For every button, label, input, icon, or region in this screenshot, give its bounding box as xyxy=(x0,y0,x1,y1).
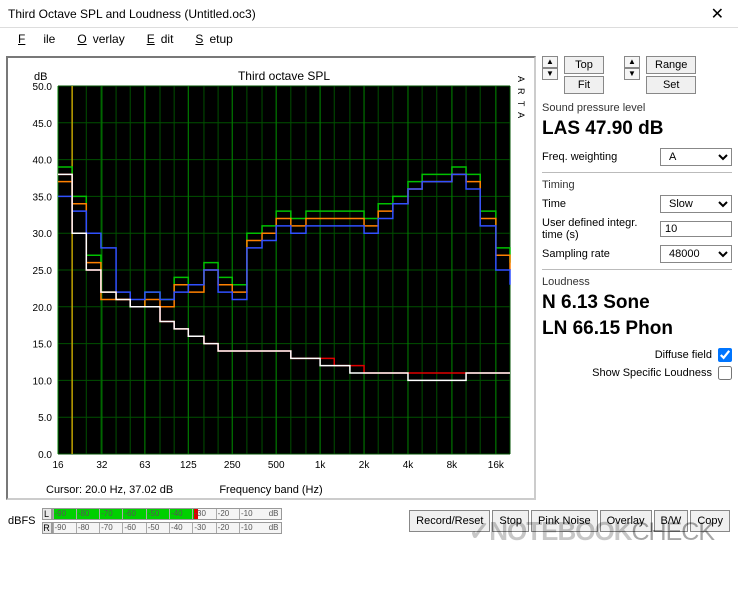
diffuse-checkbox[interactable] xyxy=(718,348,732,362)
svg-text:4k: 4k xyxy=(403,460,415,471)
svg-text:40.0: 40.0 xyxy=(33,156,53,167)
svg-text:63: 63 xyxy=(139,460,151,471)
svg-text:25.0: 25.0 xyxy=(33,266,53,277)
svg-text:32: 32 xyxy=(96,460,108,471)
svg-text:8k: 8k xyxy=(447,460,459,471)
menu-edit[interactable]: Edit xyxy=(135,30,180,48)
top-up-icon[interactable]: ▲ xyxy=(542,56,558,68)
svg-text:500: 500 xyxy=(268,460,285,471)
pink-noise-button[interactable]: Pink Noise xyxy=(531,510,598,532)
svg-text:15.0: 15.0 xyxy=(33,340,53,351)
freq-weighting-select[interactable]: A xyxy=(660,148,732,166)
loudness-heading: Loudness xyxy=(542,269,732,288)
ssl-label: Show Specific Loudness xyxy=(592,367,712,379)
top-down-icon[interactable]: ▼ xyxy=(542,68,558,80)
meter-L: L -90-80-70-60-50-40-30-20-10dB xyxy=(42,508,282,520)
ssl-checkbox[interactable] xyxy=(718,366,732,380)
meter-R: R -90-80-70-60-50-40-30-20-10dB xyxy=(42,522,282,534)
sone-value: N 6.13 Sone xyxy=(542,292,732,314)
svg-text:5.0: 5.0 xyxy=(38,413,52,424)
fit-button[interactable]: Fit xyxy=(564,76,604,94)
svg-text:250: 250 xyxy=(224,460,241,471)
svg-text:125: 125 xyxy=(180,460,197,471)
sampling-rate-select[interactable]: 48000 xyxy=(660,245,732,263)
top-button[interactable]: Top xyxy=(564,56,604,74)
svg-text:50.0: 50.0 xyxy=(33,82,53,93)
stop-button[interactable]: Stop xyxy=(492,510,529,532)
svg-text:dB: dB xyxy=(34,71,47,83)
time-select[interactable]: Slow xyxy=(660,195,732,213)
svg-text:30.0: 30.0 xyxy=(33,229,53,240)
diffuse-label: Diffuse field xyxy=(655,349,712,361)
svg-text:16k: 16k xyxy=(488,460,505,471)
svg-text:16: 16 xyxy=(52,460,64,471)
range-button[interactable]: Range xyxy=(646,56,696,74)
sampling-rate-label: Sampling rate xyxy=(542,248,654,260)
record-reset-button[interactable]: Record/Reset xyxy=(409,510,490,532)
svg-text:Third octave SPL: Third octave SPL xyxy=(238,69,330,83)
svg-text:20.0: 20.0 xyxy=(33,303,53,314)
svg-text:35.0: 35.0 xyxy=(33,192,53,203)
range-up-icon[interactable]: ▲ xyxy=(624,56,640,68)
spl-value: LAS 47.90 dB xyxy=(542,118,732,140)
cursor-readout: Cursor: 20.0 Hz, 37.02 dB xyxy=(46,484,173,496)
chart-canvas[interactable]: 0.0 5.0 10.0 15.0 20.0 25.0 30.0 35.0 40.0 45.0 50… xyxy=(14,62,524,482)
freq-weighting-label: Freq. weighting xyxy=(542,151,654,163)
bw-button[interactable]: B/W xyxy=(654,510,689,532)
phon-value: LN 66.15 Phon xyxy=(542,318,732,340)
range-down-icon[interactable]: ▼ xyxy=(624,68,640,80)
dbfs-label: dBFS xyxy=(8,515,36,527)
timing-heading: Timing xyxy=(542,172,732,191)
copy-button[interactable]: Copy xyxy=(690,510,730,532)
set-button[interactable]: Set xyxy=(646,76,696,94)
arta-brand: A R T A xyxy=(516,76,526,120)
menu-setup[interactable]: Setup xyxy=(183,30,238,48)
close-icon[interactable]: ✕ xyxy=(705,4,730,24)
svg-text:0.0: 0.0 xyxy=(38,450,52,461)
svg-text:45.0: 45.0 xyxy=(33,119,53,130)
time-label: Time xyxy=(542,198,654,210)
menu-file[interactable]: File xyxy=(6,30,61,48)
spl-heading: Sound pressure level xyxy=(542,102,732,114)
x-axis-label: Frequency band (Hz) xyxy=(219,484,322,496)
window-title: Third Octave SPL and Loudness (Untitled.… xyxy=(8,7,256,21)
overlay-button[interactable]: Overlay xyxy=(600,510,652,532)
svg-text:10.0: 10.0 xyxy=(33,376,53,387)
svg-text:2k: 2k xyxy=(359,460,371,471)
chart-panel: 0.0 5.0 10.0 15.0 20.0 25.0 30.0 35.0 40.0 45.0 50… xyxy=(6,56,536,500)
menu-overlay[interactable]: Overlay xyxy=(65,30,130,48)
udit-label: User defined integr. time (s) xyxy=(542,217,654,241)
svg-text:1k: 1k xyxy=(315,460,327,471)
menubar: File Overlay Edit Setup xyxy=(0,28,738,50)
udit-input[interactable] xyxy=(660,221,732,237)
